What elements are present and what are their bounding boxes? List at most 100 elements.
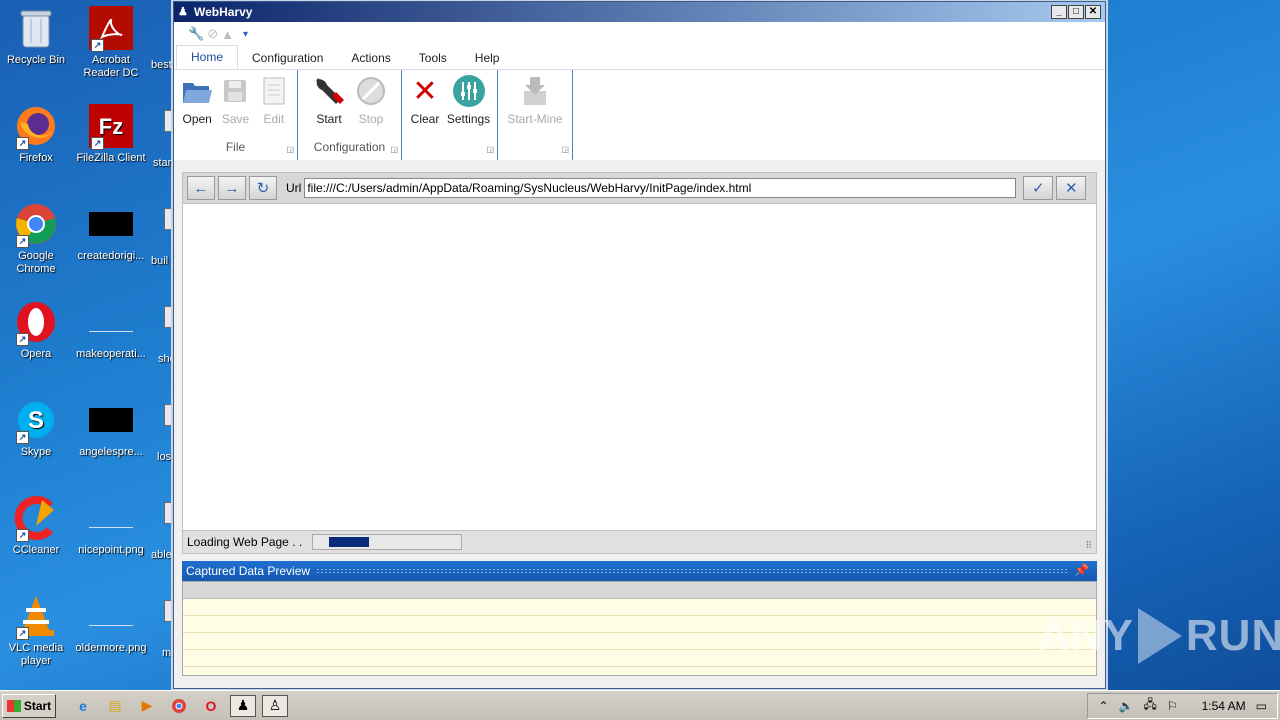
qat-dropdown-icon[interactable]: ▾ bbox=[243, 29, 248, 40]
desktop-icon-firefox[interactable]: ↗ Firefox bbox=[0, 104, 74, 165]
url-toolbar: ← → ↻ Url ✓ ✕ bbox=[182, 172, 1097, 204]
desktop-icon-filezilla[interactable]: Fz ↗ FileZilla Client bbox=[73, 104, 149, 165]
panel-grip[interactable] bbox=[316, 568, 1067, 574]
desktop-icon-vlc[interactable]: ↗ VLC media player bbox=[0, 594, 74, 668]
firefox-icon: ↗ bbox=[14, 104, 58, 150]
desktop-icon-opera[interactable]: ↗ Opera bbox=[0, 300, 74, 361]
dialog-launcher-icon[interactable]: ◲ bbox=[390, 145, 398, 154]
shortcut-arrow-icon: ↗ bbox=[16, 235, 29, 248]
acrobat-icon: ↗ bbox=[89, 6, 133, 52]
start-mine-button[interactable]: Start-Mine bbox=[504, 74, 566, 160]
status-bar: Loading Web Page . . ⠿ bbox=[182, 530, 1097, 554]
chrome-taskbar-icon[interactable] bbox=[166, 695, 192, 717]
clear-label: Clear bbox=[410, 112, 440, 126]
ribbon-group-mine: Start-Mine ◲ bbox=[498, 70, 573, 160]
forward-button[interactable]: → bbox=[218, 176, 246, 200]
pin-icon[interactable]: 📌 bbox=[1074, 563, 1089, 577]
url-input[interactable] bbox=[304, 178, 1017, 198]
start-button[interactable]: Start bbox=[2, 693, 56, 718]
panel-title: Captured Data Preview bbox=[186, 564, 311, 578]
refresh-icon: ↻ bbox=[256, 180, 270, 197]
desktop-icon-chrome[interactable]: ↗ Google Chrome bbox=[0, 202, 74, 276]
tab-tools[interactable]: Tools bbox=[405, 47, 461, 69]
tab-help[interactable]: Help bbox=[461, 47, 514, 69]
ribbon-empty-space bbox=[573, 70, 1105, 160]
desktop-icon-label: Firefox bbox=[19, 152, 53, 164]
opera-taskbar-icon[interactable]: O bbox=[198, 695, 224, 717]
arrow-right-icon: → bbox=[224, 179, 240, 197]
partial-icon-label: star bbox=[153, 157, 172, 169]
desktop-icon-label: createdorigi... bbox=[77, 250, 145, 262]
file-explorer-icon[interactable]: ▤ bbox=[102, 695, 128, 717]
minimize-button[interactable]: _ bbox=[1051, 5, 1067, 19]
group-label-configuration: Configuration bbox=[313, 140, 386, 154]
desktop-icon-angelespre[interactable]: angelespre... bbox=[73, 398, 149, 459]
desktop-icon-label: Opera bbox=[20, 348, 52, 360]
shortcut-arrow-icon: ↗ bbox=[16, 333, 29, 346]
clear-button[interactable]: ✕ Clear bbox=[408, 74, 442, 160]
wrench-icon bbox=[312, 74, 346, 108]
internet-explorer-icon[interactable]: e bbox=[70, 695, 96, 717]
desktop-icon-label: oldermore.png bbox=[75, 642, 147, 654]
grid-row bbox=[183, 633, 1096, 650]
wrench-icon[interactable]: 🔧 bbox=[188, 26, 204, 42]
ribbon-group-actions: ✕ Clear Settings ◲ bbox=[402, 70, 498, 160]
tray-expand-icon[interactable]: ⌃ bbox=[1098, 699, 1108, 713]
main-content: ← → ↻ Url ✓ ✕ Loading Web Page . . ⠿ Cap… bbox=[182, 172, 1097, 682]
settings-button[interactable]: Settings bbox=[446, 74, 491, 160]
settings-label: Settings bbox=[446, 112, 491, 126]
desktop-icon-nicepoint[interactable]: nicepoint.png bbox=[73, 496, 149, 557]
desktop-icon-label: VLC media player bbox=[8, 642, 64, 667]
opera-icon: ↗ bbox=[14, 300, 58, 346]
maximize-button[interactable]: □ bbox=[1068, 5, 1084, 19]
desktop-icon-createdorigi[interactable]: createdorigi... bbox=[73, 202, 149, 263]
windows-logo-icon bbox=[6, 699, 21, 712]
file-thumbnail-icon bbox=[89, 202, 133, 246]
volume-icon[interactable]: 🔈 bbox=[1119, 699, 1134, 713]
desktop-icon-ccleaner[interactable]: ↗ CCleaner bbox=[0, 496, 74, 557]
cancel-button[interactable]: ✕ bbox=[1056, 176, 1087, 200]
desktop-icon-label: angelespre... bbox=[79, 446, 143, 458]
taskbar: Start e ▤ ▶ O ♟ ♙ ⌃ 🔈 🖧 ⚐ 1:54 AM ▭ bbox=[0, 690, 1280, 720]
desktop-icon-skype[interactable]: S ↗ Skype bbox=[0, 398, 74, 459]
tab-home[interactable]: Home bbox=[176, 45, 239, 69]
app-taskbar-icon[interactable]: ♙ bbox=[262, 694, 288, 717]
stop-icon[interactable]: ⊘ bbox=[207, 26, 218, 42]
ribbon-tabs: Home Configuration Actions Tools Help bbox=[174, 45, 1105, 70]
close-button[interactable]: ✕ bbox=[1085, 5, 1101, 19]
network-icon[interactable]: 🖧 bbox=[1143, 695, 1156, 716]
browser-view[interactable] bbox=[182, 204, 1097, 530]
desktop-icon-acrobat[interactable]: ↗ Acrobat Reader DC bbox=[73, 6, 149, 80]
action-center-flag-icon[interactable]: ⚐ bbox=[1167, 699, 1178, 713]
ccleaner-icon: ↗ bbox=[14, 496, 58, 542]
webharvy-taskbar-icon[interactable]: ♟ bbox=[230, 694, 256, 717]
resize-grip-icon[interactable]: ⠿ bbox=[1085, 540, 1092, 551]
dialog-launcher-icon[interactable]: ◲ bbox=[486, 145, 494, 154]
save-label: Save bbox=[221, 112, 250, 126]
clock[interactable]: 1:54 AM bbox=[1202, 699, 1246, 713]
go-button[interactable]: ✓ bbox=[1023, 176, 1054, 200]
show-desktop-icon[interactable]: ▭ bbox=[1256, 699, 1267, 713]
dialog-launcher-icon[interactable]: ◲ bbox=[561, 145, 569, 154]
close-icon: ✕ bbox=[1065, 180, 1078, 197]
desktop-icon-label: makeoperati... bbox=[76, 348, 146, 360]
mine-icon[interactable]: ▲ bbox=[221, 27, 234, 42]
partial-icon-label: buil bbox=[151, 255, 169, 267]
desktop-icon-recycle-bin[interactable]: Recycle Bin bbox=[0, 6, 74, 67]
back-button[interactable]: ← bbox=[187, 176, 215, 200]
desktop-icon-makeoperati[interactable]: makeoperati... bbox=[73, 300, 149, 361]
edit-label: Edit bbox=[263, 112, 285, 126]
desktop-icon-oldermore[interactable]: oldermore.png bbox=[73, 594, 149, 655]
file-thumbnail-icon bbox=[89, 398, 133, 442]
loading-progress-bar bbox=[312, 534, 463, 550]
tab-actions[interactable]: Actions bbox=[337, 47, 404, 69]
dialog-launcher-icon[interactable]: ◲ bbox=[286, 145, 294, 154]
desktop-icon-label: Skype bbox=[20, 446, 52, 458]
partial-icon-label: best bbox=[151, 59, 172, 71]
title-bar[interactable]: ♟ WebHarvy _ □ ✕ bbox=[174, 2, 1105, 22]
media-player-icon[interactable]: ▶ bbox=[134, 695, 160, 717]
anyrun-watermark: ANY RUN bbox=[1038, 608, 1280, 664]
refresh-button[interactable]: ↻ bbox=[249, 176, 277, 200]
captured-data-grid[interactable] bbox=[182, 581, 1097, 676]
tab-configuration[interactable]: Configuration bbox=[238, 47, 337, 69]
